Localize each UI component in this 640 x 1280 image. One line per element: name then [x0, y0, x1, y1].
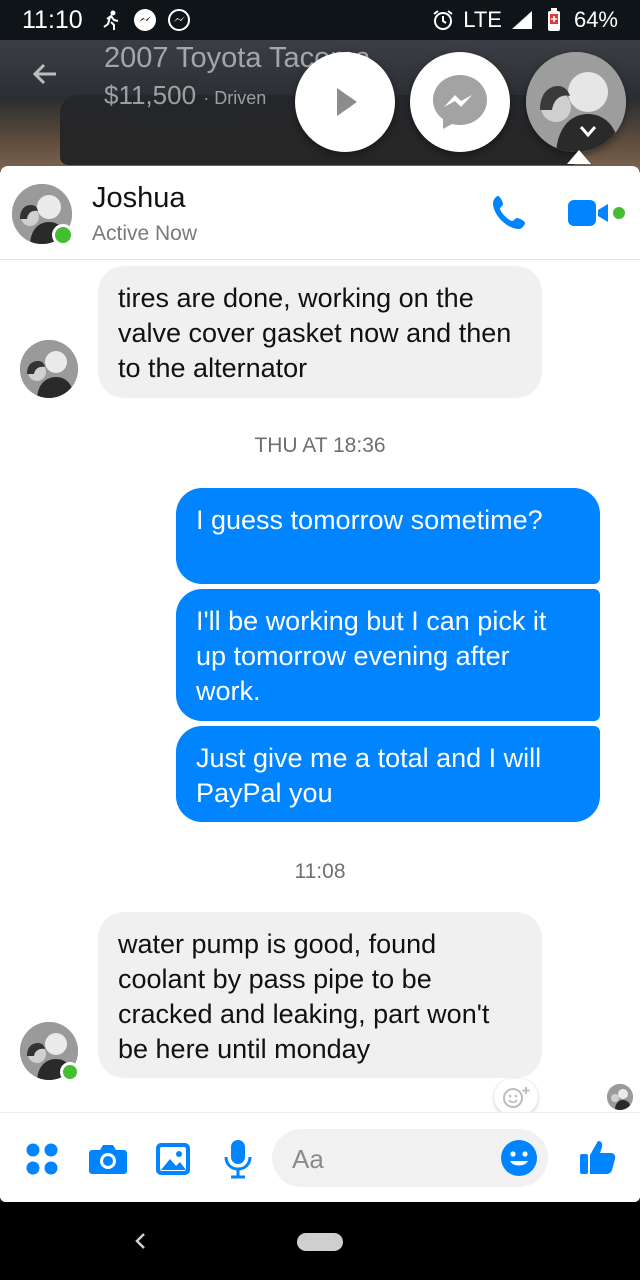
camera-icon: [89, 1145, 127, 1174]
message-input[interactable]: [290, 1139, 494, 1179]
battery-icon: [542, 8, 566, 32]
outgoing-message[interactable]: Just give me a total and I will PayPal y…: [176, 726, 600, 822]
listing-price: $11,500 · Driven: [104, 80, 267, 110]
nav-home-pill[interactable]: [297, 1233, 343, 1251]
message-list[interactable]: tires are done, working on the valve cov…: [0, 260, 640, 1112]
active-status: Active Now: [92, 222, 198, 245]
emoji-button[interactable]: [500, 1139, 538, 1177]
system-navigation-bar: [0, 1202, 640, 1280]
voice-call-button[interactable]: [490, 192, 530, 232]
online-indicator: [52, 224, 74, 246]
messenger-chathead[interactable]: [410, 52, 510, 152]
activity-icon: [99, 8, 123, 32]
contact-chathead[interactable]: [526, 52, 626, 152]
play-chathead[interactable]: [295, 52, 395, 152]
chathead-pointer: [567, 150, 591, 164]
emoji-icon: [501, 1140, 537, 1176]
message-input-pill: [272, 1129, 548, 1187]
add-reaction-button[interactable]: [494, 1079, 538, 1115]
microphone-icon: [224, 1140, 252, 1179]
messenger-logo-icon: [433, 75, 487, 129]
play-icon: [337, 88, 357, 116]
incoming-message[interactable]: water pump is good, found coolant by pas…: [98, 912, 542, 1078]
outgoing-message[interactable]: I guess tomorrow sometime?: [176, 488, 600, 584]
add-reaction-icon: [503, 1087, 530, 1108]
network-label: LTE: [463, 7, 502, 32]
camera-button[interactable]: [88, 1139, 128, 1179]
listing-detail: Driven: [214, 88, 267, 108]
messenger-notification-icon: [133, 8, 157, 32]
messenger-outline-icon: [167, 8, 191, 32]
composer-bar: [0, 1112, 640, 1202]
nav-back-icon[interactable]: [130, 1224, 150, 1258]
like-button[interactable]: [576, 1135, 620, 1179]
chat-header: Joshua Active Now: [0, 166, 640, 260]
sender-avatar[interactable]: [20, 340, 78, 398]
seen-receipt-avatar: [607, 1084, 633, 1110]
contact-name[interactable]: Joshua: [92, 182, 186, 215]
image-icon: [156, 1143, 190, 1175]
phone-icon: [493, 196, 525, 229]
gallery-button[interactable]: [153, 1139, 193, 1179]
alarm-icon: [431, 8, 455, 32]
chat-panel: Joshua Active Now tires are done, workin…: [0, 166, 640, 1202]
message-timestamp: 11:08: [294, 860, 346, 883]
video-camera-icon: [568, 200, 625, 226]
video-call-button[interactable]: [566, 196, 628, 232]
battery-percent: 64%: [573, 7, 618, 32]
outgoing-message[interactable]: I'll be working but I can pick it up tom…: [176, 589, 600, 721]
message-timestamp: THU AT 18:36: [254, 434, 386, 457]
signal-icon: [510, 8, 534, 32]
online-indicator: [60, 1062, 80, 1082]
voice-message-button[interactable]: [218, 1139, 258, 1179]
more-actions-button[interactable]: [22, 1139, 62, 1179]
status-bar: 11:10 LTE 64%: [0, 0, 640, 40]
incoming-message[interactable]: tires are done, working on the valve cov…: [98, 266, 542, 398]
status-time: 11:10: [22, 5, 83, 34]
four-dots-icon: [26, 1143, 58, 1175]
thumbs-up-icon: [580, 1141, 616, 1174]
back-arrow-icon[interactable]: [30, 58, 70, 98]
listing-price-value: $11,500: [104, 80, 197, 110]
contact-photo: [526, 52, 626, 152]
